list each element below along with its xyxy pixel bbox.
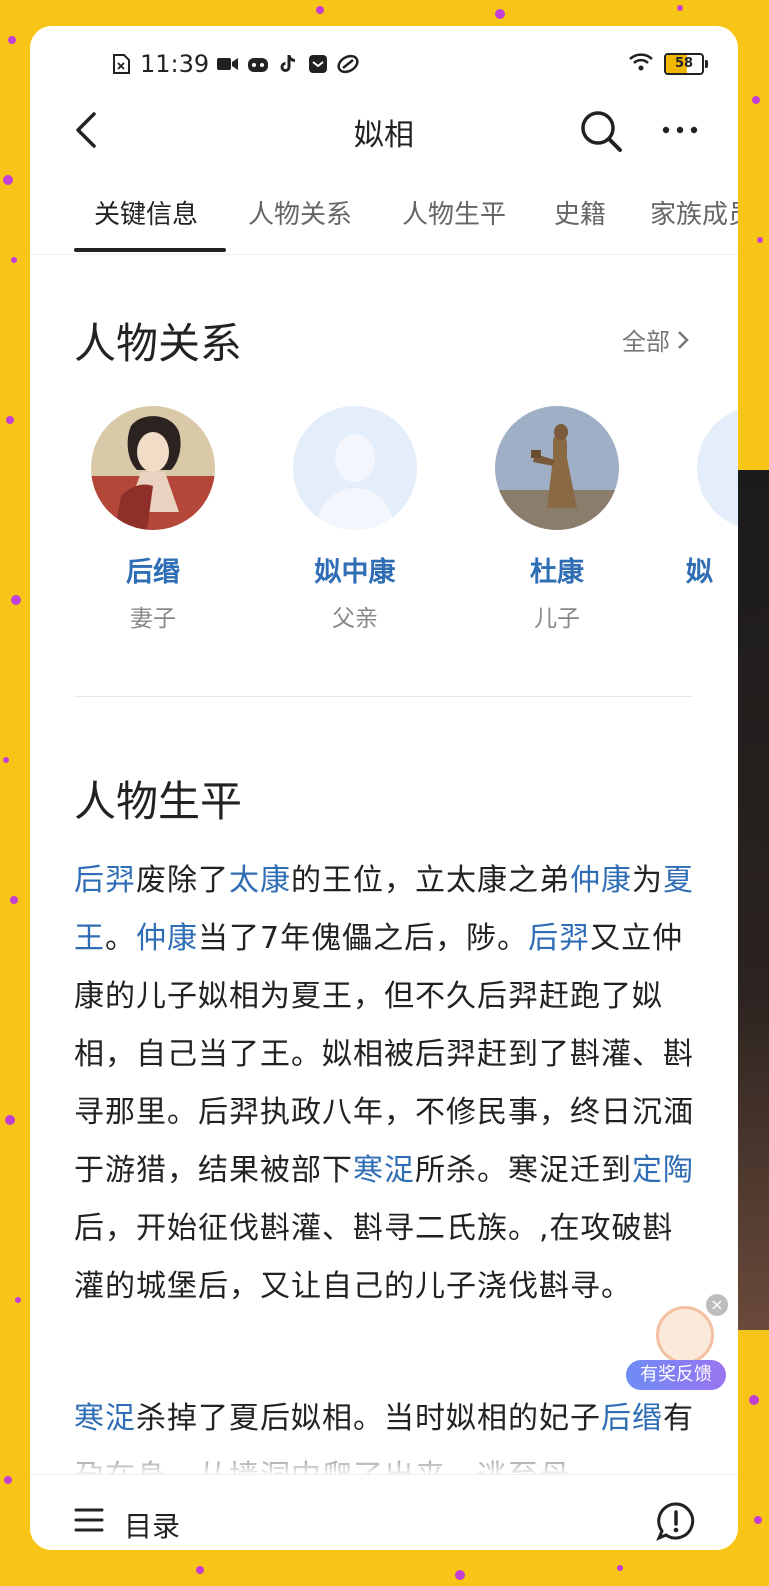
biography-section-title: 人物生平 xyxy=(74,777,243,826)
tab-family-members[interactable]: 家族成员 xyxy=(650,194,738,231)
close-icon[interactable]: × xyxy=(706,1294,728,1316)
inline-link[interactable]: 仲康 xyxy=(136,921,198,956)
inline-link[interactable]: 太康 xyxy=(229,863,291,898)
inline-link[interactable]: 寒浞 xyxy=(74,1401,136,1436)
bot-app-icon xyxy=(247,53,269,75)
default-avatar-icon xyxy=(293,406,417,530)
tab-history-books[interactable]: 史籍 xyxy=(554,194,606,231)
tab-relations[interactable]: 人物关系 xyxy=(248,194,352,231)
section-divider xyxy=(74,696,692,697)
paragraph-text: 。 xyxy=(105,921,136,956)
battery-level: 58 xyxy=(674,56,694,71)
mail-app-icon xyxy=(307,53,329,75)
person-card[interactable]: 姒 xyxy=(684,406,738,599)
paragraph-text: 所杀。寒浞迁到 xyxy=(415,1153,632,1188)
bottom-toolbar: 目录 xyxy=(30,1474,738,1550)
person-name: 姒 xyxy=(686,557,713,588)
person-name: 姒中康 xyxy=(314,557,396,588)
paragraph-text: 的王位，立太康之弟 xyxy=(291,863,570,898)
inline-link[interactable]: 定陶 xyxy=(632,1153,694,1188)
person-role: 父亲 xyxy=(332,606,378,632)
avatar xyxy=(495,406,619,530)
inline-link[interactable]: 后羿 xyxy=(528,921,590,956)
chevron-right-icon xyxy=(678,330,689,349)
person-role: 儿子 xyxy=(534,606,580,632)
person-name: 后缗 xyxy=(126,557,180,588)
feedback-label: 有奖反馈 xyxy=(626,1360,726,1390)
paragraph-text: 后，开始征伐斟灌、斟寻二氏族。,在攻破斟灌的城堡后，又让自己的儿子浇伐斟寻。 xyxy=(74,1211,674,1304)
status-bar: 11:39 58 xyxy=(30,50,738,86)
person-role: 妻子 xyxy=(130,606,176,632)
more-dots-icon xyxy=(662,126,698,134)
inline-link[interactable]: 仲康 xyxy=(570,863,632,898)
status-time: 11:39 xyxy=(140,50,210,78)
table-of-contents-button[interactable]: 目录 xyxy=(124,1505,180,1545)
status-right: 58 xyxy=(628,52,708,76)
menu-icon[interactable] xyxy=(74,1507,104,1533)
tab-biography[interactable]: 人物生平 xyxy=(402,194,506,231)
bottom-fade xyxy=(30,1436,738,1476)
tab-key-info[interactable]: 关键信息 xyxy=(94,194,198,231)
tiktok-icon xyxy=(277,53,299,75)
person-name: 杜康 xyxy=(530,557,584,588)
page-title: 姒相 xyxy=(354,118,414,153)
section-tabs: 关键信息 人物关系 人物生平 史籍 家族成员 xyxy=(30,176,738,255)
active-tab-indicator xyxy=(74,248,226,252)
wifi-icon xyxy=(628,52,654,76)
link-app-icon xyxy=(337,53,359,75)
battery-icon: 58 xyxy=(664,53,708,75)
see-all-link[interactable]: 全部 xyxy=(622,322,690,357)
see-all-label: 全部 xyxy=(622,328,670,356)
avatar xyxy=(91,406,215,530)
paragraph-text: 当了7年傀儡之后，陟。 xyxy=(198,921,529,956)
inline-link[interactable]: 后羿 xyxy=(74,863,136,898)
person-card[interactable]: 姒中康 父亲 xyxy=(280,406,430,633)
person-card[interactable]: 杜康 儿子 xyxy=(482,406,632,633)
app-header: 姒相 xyxy=(30,96,738,166)
feedback-mascot-icon xyxy=(656,1306,714,1364)
phone-screen: 11:39 58 姒相 关键信息 人物关系 人物生平 史籍 家族成 人物关系 全… xyxy=(30,26,738,1550)
feedback-widget[interactable]: × 有奖反馈 xyxy=(622,1294,732,1390)
background-photo-edge xyxy=(738,470,769,1330)
status-left: 11:39 xyxy=(110,50,359,78)
search-icon xyxy=(581,111,622,152)
paragraph-text: 杀掉了夏后姒相。当时姒相的妃子 xyxy=(136,1401,601,1436)
paragraph-text: 废除了 xyxy=(136,863,229,898)
inline-link[interactable]: 后缗 xyxy=(601,1401,663,1436)
paragraph-text: 又立仲康的儿子姒相为夏王，但不久后羿赶跑了姒相，自己当了王。姒相被后羿赶到了斟灌… xyxy=(74,921,694,1188)
feedback-exclamation-icon[interactable] xyxy=(656,1501,696,1541)
avatar xyxy=(697,406,738,530)
biography-paragraph-1: 后羿废除了太康的王位，立太康之弟仲康为夏王。仲康当了7年傀儡之后，陟。后羿又立仲… xyxy=(74,852,696,1316)
person-card[interactable]: 后缗 妻子 xyxy=(78,406,228,633)
sim-card-icon xyxy=(110,53,132,75)
more-options-button[interactable] xyxy=(658,112,702,148)
inline-link[interactable]: 寒浞 xyxy=(353,1153,415,1188)
avatar xyxy=(293,406,417,530)
relations-section-title: 人物关系 xyxy=(74,319,243,368)
paragraph-text: 为 xyxy=(632,863,663,898)
relations-list: 后缗 妻子 姒中康 父亲 杜康 儿子 姒 xyxy=(30,406,738,636)
search-button[interactable] xyxy=(578,108,624,154)
video-icon xyxy=(217,53,239,75)
